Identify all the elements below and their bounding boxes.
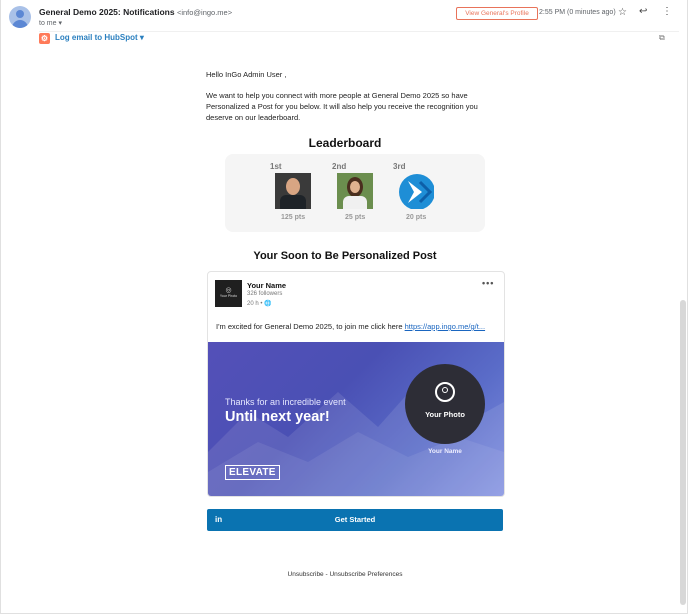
post-link[interactable]: https://app.ingo.me/g/t... — [405, 322, 485, 331]
log-to-hubspot-button[interactable]: Log email to HubSpot ▾ — [55, 33, 144, 42]
post-time: 20 h • 🌐 — [247, 300, 272, 307]
post-followers: 326 followers — [247, 291, 283, 297]
rank-2-points: 25 pts — [345, 214, 366, 221]
user-icon — [435, 382, 455, 402]
hubspot-bar: ⚙ Log email to HubSpot ▾ ⧉ — [39, 31, 679, 44]
more-vert-icon[interactable]: ⋮ — [662, 6, 672, 17]
banner-photo-circle: Your Photo — [405, 364, 485, 444]
recipient-label: to me — [39, 20, 57, 27]
photo-face — [286, 178, 300, 195]
scrollbar[interactable] — [680, 300, 686, 605]
post-text: I'm excited for General Demo 2025, to jo… — [216, 322, 485, 331]
rank-2-label: 2nd — [332, 162, 347, 171]
user-circle-icon: ◎ — [225, 287, 232, 294]
leaderboard-title: Leaderboard — [308, 136, 382, 150]
banner-name-label: Your Name — [428, 448, 462, 455]
post-time-label: 20 h • — [247, 301, 263, 307]
rank-3-logo-icon — [398, 173, 434, 209]
avatar-body — [12, 20, 28, 28]
get-started-button[interactable]: in Get Started — [207, 509, 503, 531]
post-preview-card: ◎ Your Photo Your Name 326 followers 20 … — [207, 271, 505, 497]
user-icon-head — [442, 387, 448, 393]
chevron-down-icon: ▾ — [58, 20, 62, 27]
sender-avatar[interactable] — [9, 6, 31, 28]
get-started-label: Get Started — [334, 515, 376, 524]
photo-shirt — [343, 196, 367, 209]
hubspot-logo-icon: ⚙ — [39, 33, 50, 44]
email-frame: General Demo 2025: Notifications <info@i… — [0, 0, 688, 614]
banner-line-1: Thanks for an incredible event — [225, 397, 346, 407]
post-section-title: Your Soon to Be Personalized Post — [253, 250, 437, 262]
recipient-dropdown[interactable]: to me ▾ — [39, 19, 62, 27]
rank-1-label: 1st — [270, 162, 282, 171]
unsubscribe-link[interactable]: Unsubscribe — [288, 571, 324, 578]
post-author-name: Your Name — [247, 281, 287, 290]
avatar-head — [16, 10, 24, 18]
copy-icon[interactable]: ⧉ — [659, 33, 665, 43]
rank-3-label: 3rd — [393, 162, 406, 171]
post-avatar-label: Your Photo — [219, 294, 238, 298]
rank-2-photo — [337, 173, 373, 209]
email-subject: General Demo 2025: Notifications — [39, 7, 175, 17]
sender-email[interactable]: <info@ingo.me> — [177, 8, 232, 17]
rank-3-points: 20 pts — [406, 214, 427, 221]
log-to-hubspot-label: Log email to HubSpot — [55, 33, 138, 42]
rank-1-points: 125 pts — [281, 214, 306, 221]
photo-face — [350, 181, 360, 193]
intro-paragraph: We want to help you connect with more pe… — [206, 91, 478, 122]
play-logo-icon — [399, 174, 434, 209]
view-profile-button[interactable]: View General's Profile — [456, 7, 538, 20]
unsubscribe-preferences-link[interactable]: Unsubscribe Preferences — [329, 571, 402, 578]
footer-links: Unsubscribe - Unsubscribe Preferences — [1, 571, 688, 578]
globe-icon: 🌐 — [264, 301, 272, 307]
star-icon[interactable]: ☆ — [618, 7, 627, 18]
post-banner-image: Thanks for an incredible event Until nex… — [208, 342, 504, 496]
post-avatar: ◎ Your Photo — [215, 280, 242, 307]
banner-line-2: Until next year! — [225, 409, 330, 425]
banner-photo-label: Your Photo — [425, 410, 465, 419]
sender-line: General Demo 2025: Notifications <info@i… — [39, 7, 232, 17]
photo-shirt — [280, 195, 306, 209]
elevate-logo: ELEVATE — [225, 465, 280, 480]
caret-down-icon: ▾ — [139, 33, 144, 42]
rank-1-photo — [275, 173, 311, 209]
leaderboard-panel: 1st 125 pts 2nd 25 pts 3rd 20 pts — [225, 154, 485, 232]
email-time: 2:55 PM (0 minutes ago) — [539, 9, 616, 16]
more-horiz-icon[interactable]: ••• — [482, 278, 494, 288]
greeting: Hello InGo Admin User , — [206, 70, 287, 79]
post-text-body: I'm excited for General Demo 2025, to jo… — [216, 322, 405, 331]
reply-icon[interactable]: ↩ — [639, 6, 647, 17]
